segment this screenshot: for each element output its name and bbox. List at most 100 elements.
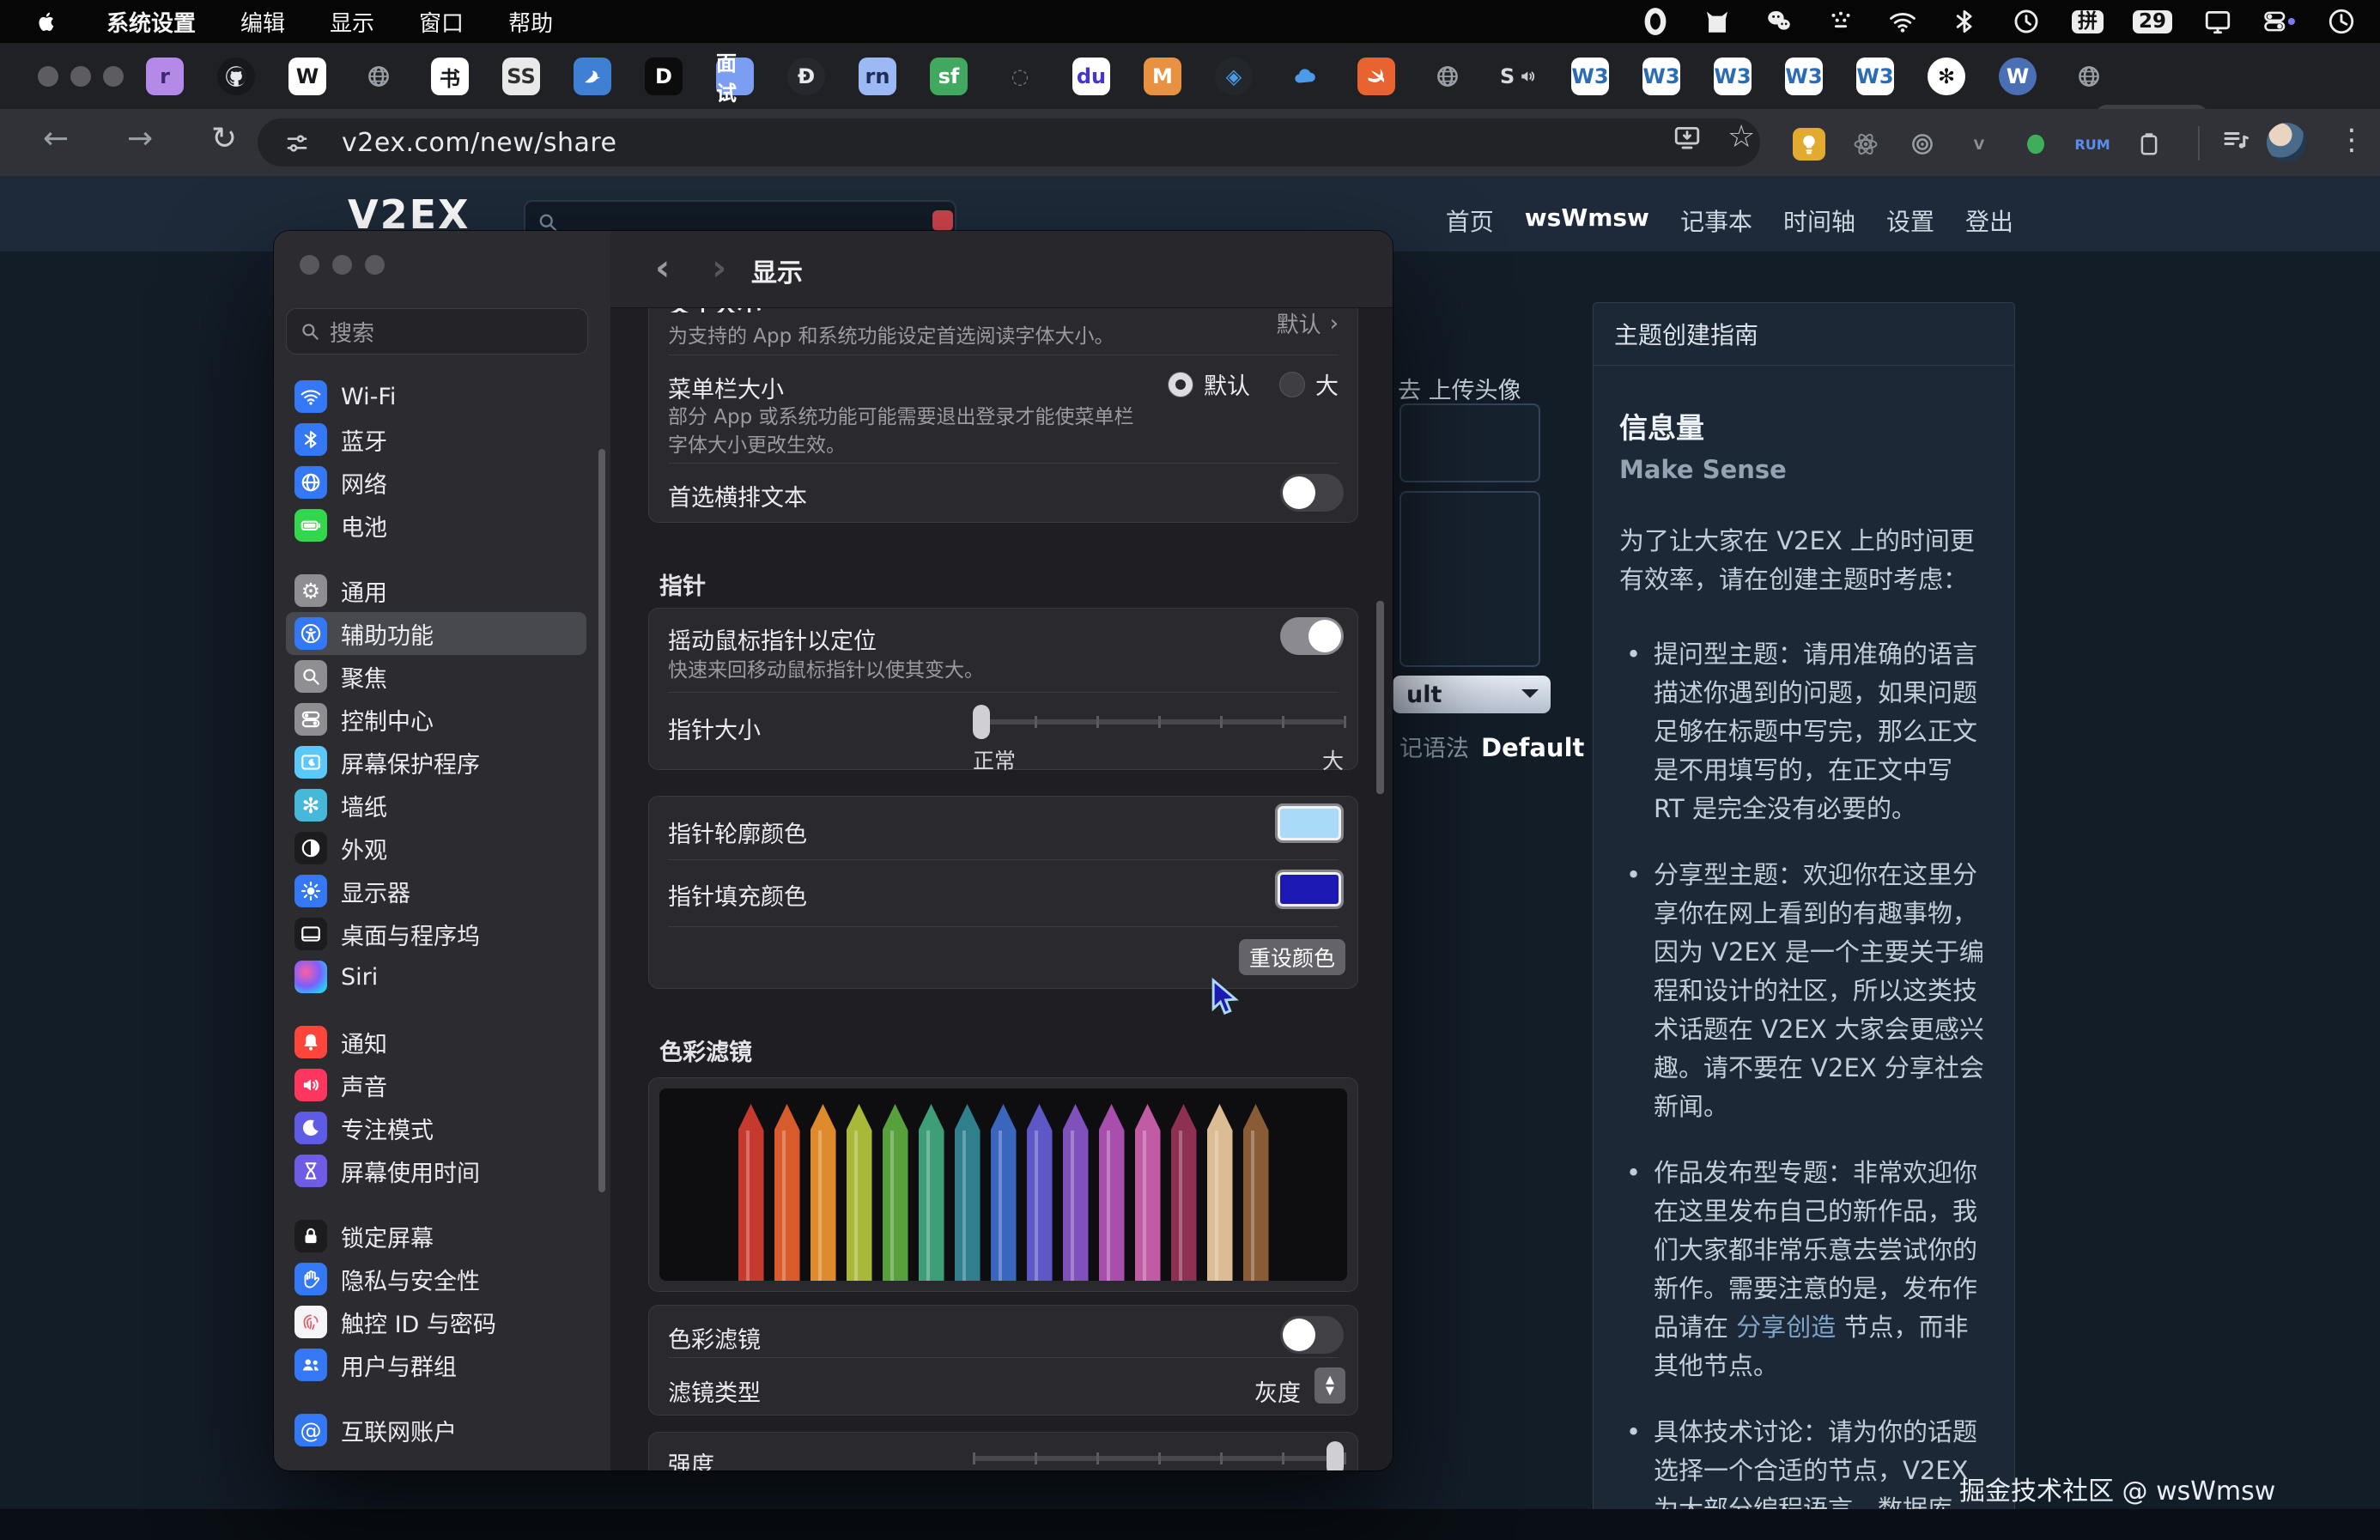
menu-bar-status-item[interactable] <box>1824 7 1857 36</box>
v2ex-nav-link[interactable]: wsWmsw <box>1525 203 1649 238</box>
sidebar-item[interactable]: 声音 <box>286 1064 586 1106</box>
radio-large-control[interactable] <box>1279 372 1305 397</box>
menu-bar-status-item[interactable] <box>2010 7 2043 36</box>
sidebar-item[interactable]: 通知 <box>286 1021 586 1064</box>
notification-badge[interactable] <box>932 210 953 231</box>
extension-icon[interactable] <box>1793 128 1825 161</box>
pinned-tab[interactable]: SS <box>502 58 540 95</box>
syntax-value[interactable]: Default <box>1481 733 1584 762</box>
reset-colors-button[interactable]: 重设颜色 <box>1239 939 1345 975</box>
sidebar-item[interactable]: 显示器 <box>286 870 586 912</box>
v2ex-nav-link[interactable]: 设置 <box>1886 203 1934 238</box>
pinned-tab[interactable] <box>2070 58 2108 95</box>
sidebar-item[interactable]: 聚焦 <box>286 655 586 698</box>
horizontal-text-toggle[interactable] <box>1280 474 1344 512</box>
extension-icon[interactable] <box>2133 128 2165 161</box>
share-create-link[interactable]: 分享创造 <box>1736 1313 1836 1342</box>
back-button[interactable]: ← <box>43 121 69 156</box>
sidebar-item[interactable]: 屏幕使用时间 <box>286 1149 586 1192</box>
pinned-tab[interactable]: W3 <box>1642 58 1680 95</box>
pinned-tab[interactable]: ✻ <box>1928 58 1965 95</box>
sidebar-item[interactable]: 蓝牙 <box>286 418 586 461</box>
menu-bar-item[interactable]: 显示 <box>330 6 374 38</box>
bookmark-star-icon[interactable]: ☆ <box>1727 119 1755 155</box>
profile-avatar[interactable] <box>2267 123 2306 162</box>
menu-bar-status-item[interactable] <box>1886 7 1919 36</box>
menu-bar-status-item[interactable] <box>1701 7 1733 36</box>
pinned-tab[interactable]: D <box>645 58 683 95</box>
extension-icon[interactable] <box>1906 128 1939 161</box>
pinned-tab[interactable]: ◌ <box>1001 58 1039 95</box>
filter-type-stepper[interactable]: ▲▼ <box>1314 1367 1345 1404</box>
pinned-tab[interactable]: r <box>146 58 184 95</box>
outline-color-swatch[interactable] <box>1275 803 1344 843</box>
pinned-tab[interactable]: M <box>1144 58 1181 95</box>
pinned-tab[interactable]: W3 <box>1856 58 1894 95</box>
color-filters-toggle[interactable] <box>1280 1316 1344 1354</box>
sidebar-item[interactable]: 外观 <box>286 827 586 870</box>
pinned-tab[interactable] <box>1357 58 1395 95</box>
v2ex-nav-link[interactable]: 登出 <box>1965 203 2013 238</box>
sidebar-item[interactable]: ⚙ 通用 <box>286 569 586 612</box>
form-box-small[interactable] <box>1399 403 1540 482</box>
intensity-slider[interactable] <box>973 1441 1344 1470</box>
install-icon[interactable] <box>1673 123 1702 152</box>
apple-menu-icon[interactable] <box>36 9 58 34</box>
pinned-tab[interactable]: S <box>1500 58 1538 95</box>
menu-bar-status-item[interactable] <box>2325 7 2358 36</box>
traffic-light-zoom[interactable] <box>103 66 124 87</box>
upload-avatar-link[interactable]: 去 上传头像 <box>1398 372 1521 405</box>
traffic-light-minimize[interactable] <box>70 66 91 87</box>
menu-bar-status-item[interactable]: 拼 <box>2072 10 2104 33</box>
pinned-tab[interactable] <box>574 58 611 95</box>
menu-bar-status-item[interactable] <box>2201 7 2234 36</box>
pinned-tab[interactable] <box>360 58 398 95</box>
reload-button[interactable]: ↻ <box>211 121 237 156</box>
pinned-tab[interactable] <box>217 58 255 95</box>
pinned-tab[interactable]: W3 <box>1714 58 1752 95</box>
menu-bar-item[interactable]: 窗口 <box>419 6 464 38</box>
window-close-button[interactable] <box>300 255 319 275</box>
sidebar-scrollbar[interactable] <box>598 449 605 1192</box>
back-chevron[interactable]: ‹ <box>655 246 670 288</box>
menu-bar-status-item[interactable] <box>1763 7 1795 36</box>
menu-bar-status-item[interactable] <box>1948 7 1981 36</box>
pinned-tab[interactable]: du <box>1072 58 1110 95</box>
pinned-tab[interactable]: W <box>1999 58 2037 95</box>
forward-button[interactable]: → <box>127 121 153 156</box>
text-size-value[interactable]: 默认› <box>1277 307 1339 339</box>
sidebar-item[interactable]: 辅助功能 <box>286 612 586 655</box>
extension-icon[interactable] <box>1849 128 1882 161</box>
radio-default-control[interactable] <box>1168 372 1193 397</box>
pointer-size-slider[interactable]: 正常 大 <box>973 705 1344 739</box>
sidebar-item[interactable]: 电池 <box>286 504 586 547</box>
fill-color-swatch[interactable] <box>1275 870 1344 909</box>
pinned-tab[interactable]: sf <box>930 58 968 95</box>
sidebar-item[interactable]: 专注模式 <box>286 1106 586 1149</box>
form-box-large[interactable] <box>1399 491 1540 667</box>
sidebar-item[interactable]: 桌面与程序坞 <box>286 912 586 955</box>
sidebar-item[interactable]: 网络 <box>286 461 586 504</box>
v2ex-nav-link[interactable]: 记事本 <box>1680 203 1752 238</box>
shake-toggle[interactable] <box>1280 617 1344 655</box>
pinned-tab[interactable]: W <box>288 58 326 95</box>
playlist-icon[interactable] <box>2220 124 2251 155</box>
pinned-tab[interactable] <box>1429 58 1466 95</box>
sidebar-item[interactable]: 用户与群组 <box>286 1343 586 1386</box>
sidebar-item[interactable]: 控制中心 <box>286 698 586 741</box>
default-dropdown[interactable]: ult <box>1393 676 1551 713</box>
v2ex-nav-link[interactable]: 时间轴 <box>1783 203 1855 238</box>
sidebar-item[interactable]: @ 互联网账户 <box>286 1409 586 1452</box>
extension-icon[interactable] <box>2019 128 2052 161</box>
pinned-tab[interactable]: 面试 <box>716 58 754 95</box>
traffic-light-close[interactable] <box>38 66 58 87</box>
sidebar-item[interactable]: Wi-Fi <box>286 375 586 418</box>
menu-bar-item[interactable]: 编辑 <box>240 6 285 38</box>
extension-icon[interactable]: V <box>1963 128 1995 161</box>
menu-bar-item[interactable]: 系统设置 <box>106 6 196 38</box>
pinned-tab[interactable] <box>1286 58 1324 95</box>
sidebar-item[interactable]: 触控 ID 与密码 <box>286 1301 586 1343</box>
sidebar-item[interactable]: 隐私与安全性 <box>286 1258 586 1301</box>
forward-chevron[interactable]: › <box>712 246 726 288</box>
url-text[interactable]: v2ex.com/new/share <box>342 128 617 158</box>
